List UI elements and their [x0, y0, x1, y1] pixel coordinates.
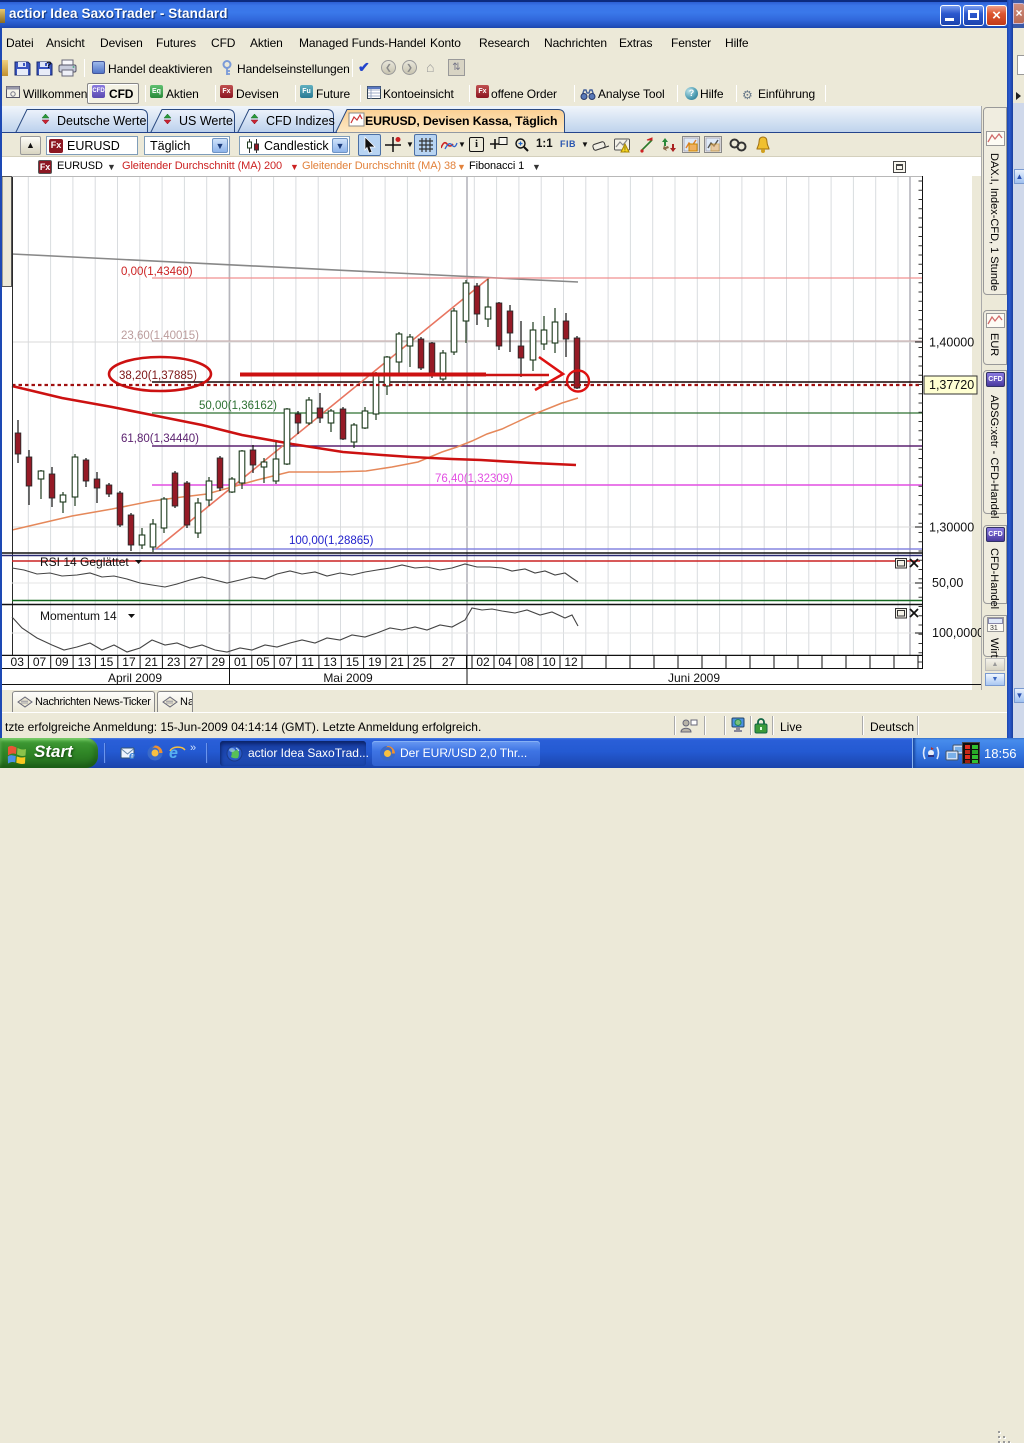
svg-text:50,00(1,36162): 50,00(1,36162) [199, 400, 277, 412]
svg-text:11: 11 [301, 655, 314, 669]
svg-text:?: ? [46, 60, 52, 70]
svg-text:Deutsche Werte: Deutsche Werte [57, 114, 146, 128]
svg-text:29: 29 [212, 655, 226, 669]
svg-text:27: 27 [189, 655, 203, 669]
svg-text:Momentum 14: Momentum 14 [40, 609, 117, 623]
svg-text:31: 31 [990, 625, 998, 632]
svg-text:US Werte: US Werte [179, 114, 233, 128]
svg-text:25: 25 [413, 655, 427, 669]
svg-text:1,40000: 1,40000 [929, 336, 974, 350]
svg-text:15: 15 [346, 655, 360, 669]
svg-text:09: 09 [55, 655, 69, 669]
svg-text:08: 08 [520, 655, 534, 669]
svg-text:02: 02 [476, 655, 490, 669]
svg-text:13: 13 [78, 655, 92, 669]
svg-text:21: 21 [390, 655, 404, 669]
svg-text:23: 23 [167, 655, 181, 669]
svg-text:07: 07 [33, 655, 47, 669]
svg-text:!: ! [624, 147, 626, 154]
svg-text:12: 12 [564, 655, 578, 669]
svg-text:21: 21 [145, 655, 159, 669]
svg-text:0,00(1,43460): 0,00(1,43460) [121, 266, 193, 278]
svg-text:1,37720: 1,37720 [929, 378, 974, 392]
svg-text:07: 07 [279, 655, 293, 669]
svg-text:e: e [129, 750, 135, 762]
svg-text:50,00: 50,00 [932, 576, 963, 590]
svg-text:05: 05 [256, 655, 270, 669]
svg-text:13: 13 [323, 655, 337, 669]
svg-text:04: 04 [498, 655, 512, 669]
svg-text:03: 03 [11, 655, 25, 669]
svg-text:23,60(1,40015): 23,60(1,40015) [121, 330, 199, 342]
svg-text:Mai 2009: Mai 2009 [323, 671, 373, 685]
svg-text:EURUSD, Devisen Kassa, Täglich: EURUSD, Devisen Kassa, Täglich [365, 114, 557, 128]
svg-text:100,00(1,28865): 100,00(1,28865) [289, 535, 374, 547]
svg-text:76,40(1,32309): 76,40(1,32309) [435, 473, 513, 485]
svg-text:April 2009: April 2009 [108, 671, 162, 685]
svg-text:17: 17 [122, 655, 136, 669]
svg-text:100,0000: 100,0000 [932, 626, 981, 640]
svg-text:27: 27 [442, 655, 456, 669]
svg-text:61,80(1,34440): 61,80(1,34440) [121, 433, 199, 445]
svg-text:Juni 2009: Juni 2009 [668, 671, 720, 685]
svg-text:10: 10 [542, 655, 556, 669]
svg-text:15: 15 [100, 655, 114, 669]
svg-text:38,20(1,37885): 38,20(1,37885) [119, 370, 197, 382]
svg-text:01: 01 [234, 655, 248, 669]
svg-text:RSI 14 Geglättet: RSI 14 Geglättet [40, 555, 129, 569]
svg-text:1,30000: 1,30000 [929, 521, 974, 535]
svg-text:19: 19 [368, 655, 382, 669]
svg-text:CFD Indizes: CFD Indizes [266, 114, 335, 128]
